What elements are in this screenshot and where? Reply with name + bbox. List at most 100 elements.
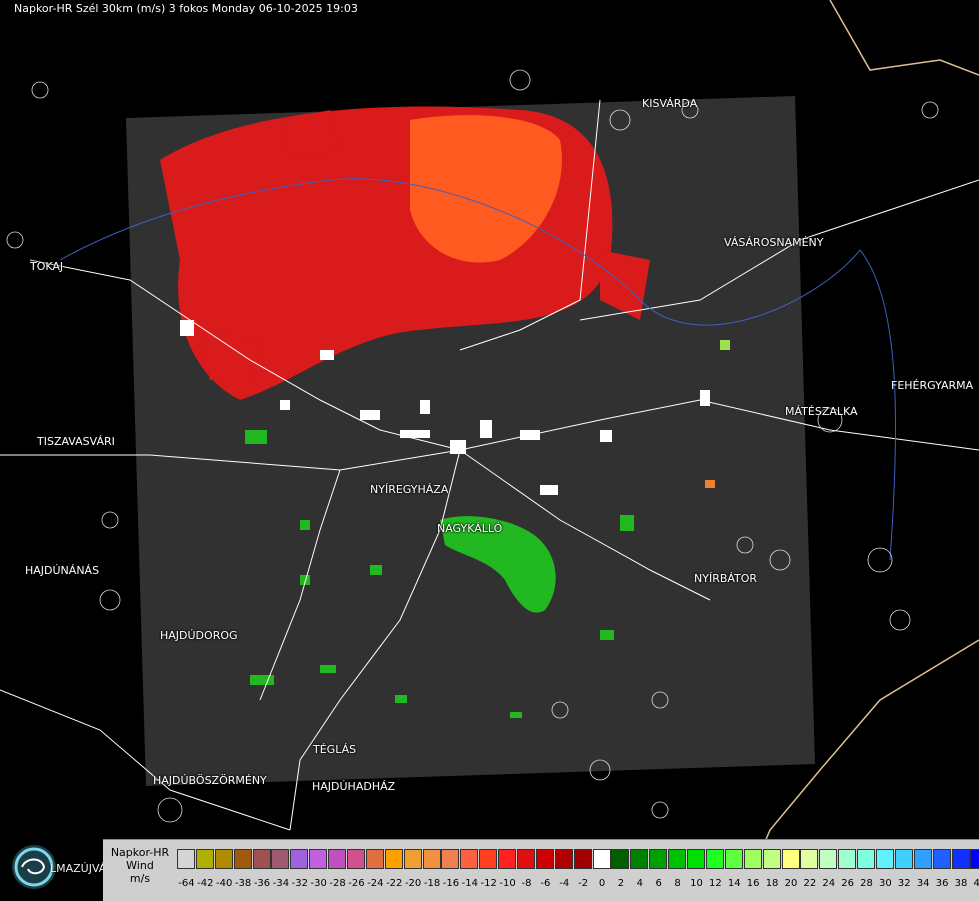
legend-tick-label: -30 bbox=[310, 878, 327, 889]
legend-tick-label: 0 bbox=[598, 878, 606, 889]
legend-swatch bbox=[743, 849, 762, 869]
place-label-nagykallo: NAGYKÁLLÓ bbox=[437, 522, 503, 535]
legend-swatch bbox=[460, 849, 479, 869]
legend-label: Napkor-HR Wind m/s bbox=[105, 846, 175, 885]
legend-swatch bbox=[819, 849, 838, 869]
legend-tick-label: -40 bbox=[216, 878, 233, 889]
legend-tick-label: -42 bbox=[197, 878, 214, 889]
legend-swatch bbox=[857, 849, 876, 869]
legend-swatch bbox=[554, 849, 573, 869]
legend-swatch bbox=[441, 849, 460, 869]
legend-swatch bbox=[838, 849, 857, 869]
legend-swatch bbox=[403, 849, 422, 869]
legend-tick-label: -14 bbox=[461, 878, 478, 889]
legend-swatch bbox=[177, 849, 195, 869]
legend-tick-label: 26 bbox=[841, 878, 854, 889]
legend-swatch bbox=[252, 849, 271, 869]
place-label-hajduhadhaz: HAJDÚHADHÁZ bbox=[312, 780, 396, 793]
legend-swatch bbox=[781, 849, 800, 869]
legend-swatches bbox=[177, 849, 979, 869]
place-label-fehergyarmat: FEHÉRGYARMA bbox=[891, 379, 974, 392]
legend-swatch bbox=[422, 849, 441, 869]
legend-swatch bbox=[630, 849, 649, 869]
legend-swatch bbox=[233, 849, 252, 869]
legend-swatch bbox=[875, 849, 894, 869]
legend-tick-label: 2 bbox=[617, 878, 625, 889]
legend-swatch bbox=[724, 849, 743, 869]
legend-tick-label: 14 bbox=[727, 878, 741, 889]
legend-swatch bbox=[498, 849, 517, 869]
legend-swatch bbox=[271, 849, 290, 869]
legend-tick-label: -6 bbox=[540, 878, 551, 889]
legend-tick-label: -26 bbox=[348, 878, 365, 889]
legend-tick-label: -38 bbox=[234, 878, 252, 889]
legend-swatch bbox=[894, 849, 913, 869]
legend-tick-label: 24 bbox=[822, 878, 836, 889]
legend-swatch bbox=[535, 849, 554, 869]
legend-swatch bbox=[592, 849, 611, 869]
legend-tick-label: 8 bbox=[674, 878, 681, 889]
legend-tick-label: 20 bbox=[784, 878, 798, 889]
legend-swatch bbox=[347, 849, 366, 869]
legend-swatch bbox=[309, 849, 328, 869]
legend-swatch bbox=[479, 849, 498, 869]
legend-tick-label: -18 bbox=[423, 878, 441, 889]
legend-tick-label: 6 bbox=[655, 878, 662, 889]
legend-tick-label: 28 bbox=[860, 878, 873, 889]
legend-swatch bbox=[195, 849, 214, 869]
legend-swatch bbox=[800, 849, 819, 869]
place-label-tokaj: TOKAJ bbox=[30, 260, 64, 273]
legend-tick-label: 10 bbox=[690, 878, 703, 889]
legend-swatch bbox=[573, 849, 592, 869]
place-label-teglas: TÉGLÁS bbox=[313, 743, 357, 756]
legend-swatch bbox=[913, 849, 932, 869]
legend-tick-label: -22 bbox=[386, 878, 403, 889]
legend-swatch bbox=[951, 849, 970, 869]
legend-swatch bbox=[214, 849, 233, 869]
legend-tick-label: 32 bbox=[897, 878, 911, 889]
radar-map bbox=[0, 0, 979, 900]
place-label-mateszalka: MÁTÉSZALKA bbox=[785, 405, 858, 418]
legend-swatch bbox=[384, 849, 403, 869]
legend-swatch bbox=[649, 849, 668, 869]
legend-tick-label: 40 bbox=[973, 878, 979, 889]
legend-tick-label: 4 bbox=[636, 878, 643, 889]
legend-variable: Wind bbox=[126, 859, 154, 872]
legend-tick-label: -64 bbox=[178, 878, 195, 889]
legend-tick-label: -16 bbox=[442, 878, 460, 889]
place-label-nyirbator: NYÍRBÁTOR bbox=[694, 572, 758, 585]
legend-tick-label: -2 bbox=[578, 878, 589, 889]
legend-swatch bbox=[932, 849, 951, 869]
legend-tick-label: 12 bbox=[709, 878, 722, 889]
legend-swatch bbox=[290, 849, 309, 869]
legend-ticks: -64 -42 -40 -38 -36 -34 -32 -30 -28 -26 -24 -22 -20-… bbox=[177, 878, 979, 889]
legend-swatch bbox=[611, 849, 630, 869]
place-label-nyiregyhaza: NYÍREGYHÁZA bbox=[370, 483, 449, 496]
wind-legend: Napkor-HR Wind m/s -64 -42 -40 -38 -36 -34 -32… bbox=[103, 839, 979, 901]
place-label-hajdudorog: HAJDÚDOROG bbox=[160, 629, 238, 642]
place-label-tiszavasvari: TISZAVASVÁRI bbox=[37, 435, 115, 448]
legend-swatch bbox=[687, 849, 706, 869]
place-label-vasarosnameny: VÁSÁROSNAMÉNY bbox=[724, 236, 824, 249]
legend-swatch bbox=[328, 849, 347, 869]
legend-tick-label: 38 bbox=[954, 878, 968, 889]
legend-source: Napkor-HR bbox=[110, 846, 170, 859]
map-title: Napkor-HR Szél 30km (m/s) 3 fokos Monday… bbox=[14, 2, 358, 15]
legend-unit: m/s bbox=[129, 872, 151, 885]
legend-swatch bbox=[705, 849, 724, 869]
legend-tick-label: -10 bbox=[499, 878, 516, 889]
legend-tick-label: 22 bbox=[803, 878, 817, 889]
legend-swatch bbox=[365, 849, 384, 869]
place-label-kisvarda: KISVÁRDA bbox=[642, 97, 698, 110]
legend-tick-label: 18 bbox=[765, 878, 779, 889]
legend-tick-label: -4 bbox=[559, 878, 570, 889]
legend-tick-label: -12 bbox=[480, 878, 497, 889]
legend-tick-label: -34 bbox=[272, 878, 290, 889]
legend-tick-label: -20 bbox=[404, 878, 422, 889]
legend-tick-label: 36 bbox=[935, 878, 949, 889]
place-label-hajduboszormeny: HAJDÚBÖSZÖRMÉNY bbox=[153, 774, 267, 787]
legend-tick-label: -36 bbox=[253, 878, 271, 889]
legend-swatch bbox=[762, 849, 781, 869]
place-label-hajdunanas: HAJDÚNÁNÁS bbox=[25, 564, 100, 577]
legend-tick-label: -24 bbox=[367, 878, 384, 889]
